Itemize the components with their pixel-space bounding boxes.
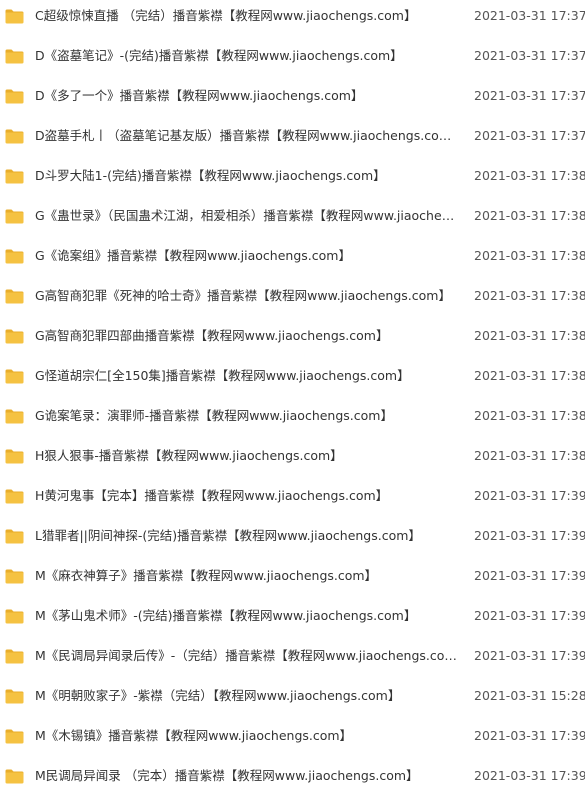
file-modified-date: 2021-03-31 17:38 xyxy=(474,328,585,343)
folder-icon xyxy=(5,329,24,344)
file-name[interactable]: M《茅山鬼术师》-(完结)播音紫襟【教程网www.jiaochengs.com】 xyxy=(35,607,460,625)
file-row[interactable]: G《诡案组》播音紫襟【教程网www.jiaochengs.com】 2021-03… xyxy=(0,240,585,280)
folder-icon xyxy=(5,169,24,184)
file-name[interactable]: L猎罪者||阴间神探-(完结)播音紫襟【教程网www.jiaochengs.co… xyxy=(35,527,460,545)
folder-icon xyxy=(5,769,24,784)
file-modified-date: 2021-03-31 17:38 xyxy=(474,368,585,383)
file-row[interactable]: H黄河鬼事【完本】播音紫襟【教程网www.jiaochengs.com】 2021… xyxy=(0,480,585,520)
file-name[interactable]: G高智商犯罪四部曲播音紫襟【教程网www.jiaochengs.com】 xyxy=(35,327,460,345)
file-row[interactable]: D《盗墓笔记》-(完结)播音紫襟【教程网www.jiaochengs.com】 2… xyxy=(0,40,585,80)
folder-icon xyxy=(5,289,24,304)
file-modified-date: 2021-03-31 17:37 xyxy=(474,128,585,143)
folder-icon xyxy=(5,529,24,544)
file-modified-date: 2021-03-31 17:39 xyxy=(474,648,585,663)
file-name[interactable]: H黄河鬼事【完本】播音紫襟【教程网www.jiaochengs.com】 xyxy=(35,487,460,505)
file-name[interactable]: D斗罗大陆1-(完结)播音紫襟【教程网www.jiaochengs.com】 xyxy=(35,167,460,185)
folder-icon xyxy=(5,449,24,464)
file-modified-date: 2021-03-31 17:39 xyxy=(474,568,585,583)
file-row[interactable]: D斗罗大陆1-(完结)播音紫襟【教程网www.jiaochengs.com】 20… xyxy=(0,160,585,200)
file-modified-date: 2021-03-31 17:38 xyxy=(474,168,585,183)
file-row[interactable]: C超级惊悚直播 （完结）播音紫襟【教程网www.jiaochengs.com】 2… xyxy=(0,0,585,40)
folder-icon xyxy=(5,9,24,24)
file-name[interactable]: M《木锡镇》播音紫襟【教程网www.jiaochengs.com】 xyxy=(35,727,460,745)
file-name[interactable]: G《诡案组》播音紫襟【教程网www.jiaochengs.com】 xyxy=(35,247,460,265)
folder-icon xyxy=(5,89,24,104)
file-row[interactable]: G诡案笔录：演罪师-播音紫襟【教程网www.jiaochengs.com】 202… xyxy=(0,400,585,440)
file-name[interactable]: D《多了一个》播音紫襟【教程网www.jiaochengs.com】 xyxy=(35,87,460,105)
file-modified-date: 2021-03-31 17:38 xyxy=(474,248,585,263)
file-modified-date: 2021-03-31 17:38 xyxy=(474,208,585,223)
file-modified-date: 2021-03-31 17:39 xyxy=(474,728,585,743)
file-row[interactable]: D《多了一个》播音紫襟【教程网www.jiaochengs.com】 2021-0… xyxy=(0,80,585,120)
folder-icon xyxy=(5,729,24,744)
folder-icon xyxy=(5,369,24,384)
file-name[interactable]: G怪道胡宗仁[全150集]播音紫襟【教程网www.jiaochengs.com】 xyxy=(35,367,460,385)
file-modified-date: 2021-03-31 17:38 xyxy=(474,288,585,303)
file-row[interactable]: L猎罪者||阴间神探-(完结)播音紫襟【教程网www.jiaochengs.co… xyxy=(0,520,585,560)
file-name[interactable]: G《蛊世录》（民国蛊术江湖，相爱相杀）播音紫襟【教程网www.jiaocheng… xyxy=(35,207,460,225)
folder-icon xyxy=(5,129,24,144)
folder-icon xyxy=(5,689,24,704)
file-modified-date: 2021-03-31 15:28 xyxy=(474,688,585,703)
file-name[interactable]: M《民调局异闻录后传》-（完结）播音紫襟【教程网www.jiaochengs.c… xyxy=(35,647,460,665)
folder-icon xyxy=(5,249,24,264)
file-modified-date: 2021-03-31 17:37 xyxy=(474,48,585,63)
file-row[interactable]: M《茅山鬼术师》-(完结)播音紫襟【教程网www.jiaochengs.com】… xyxy=(0,600,585,640)
file-row[interactable]: D盗墓手札丨（盗墓笔记基友版）播音紫襟【教程网www.jiaochengs.co… xyxy=(0,120,585,160)
file-name[interactable]: D《盗墓笔记》-(完结)播音紫襟【教程网www.jiaochengs.com】 xyxy=(35,47,460,65)
file-name[interactable]: G诡案笔录：演罪师-播音紫襟【教程网www.jiaochengs.com】 xyxy=(35,407,460,425)
file-modified-date: 2021-03-31 17:37 xyxy=(474,88,585,103)
file-name[interactable]: M《麻衣神算子》播音紫襟【教程网www.jiaochengs.com】 xyxy=(35,567,460,585)
file-list: C超级惊悚直播 （完结）播音紫襟【教程网www.jiaochengs.com】 2… xyxy=(0,0,585,795)
file-row[interactable]: M《麻衣神算子》播音紫襟【教程网www.jiaochengs.com】 2021-… xyxy=(0,560,585,600)
file-name[interactable]: G高智商犯罪《死神的哈士奇》播音紫襟【教程网www.jiaochengs.com… xyxy=(35,287,460,305)
file-row[interactable]: H狠人狠事-播音紫襟【教程网www.jiaochengs.com】 2021-03… xyxy=(0,440,585,480)
file-modified-date: 2021-03-31 17:39 xyxy=(474,768,585,783)
file-row[interactable]: G高智商犯罪四部曲播音紫襟【教程网www.jiaochengs.com】 2021… xyxy=(0,320,585,360)
file-row[interactable]: G《蛊世录》（民国蛊术江湖，相爱相杀）播音紫襟【教程网www.jiaocheng… xyxy=(0,200,585,240)
file-modified-date: 2021-03-31 17:39 xyxy=(474,608,585,623)
folder-icon xyxy=(5,49,24,64)
file-row[interactable]: G怪道胡宗仁[全150集]播音紫襟【教程网www.jiaochengs.com】… xyxy=(0,360,585,400)
file-modified-date: 2021-03-31 17:38 xyxy=(474,448,585,463)
folder-icon xyxy=(5,649,24,664)
file-row[interactable]: M民调局异闻录 （完本）播音紫襟【教程网www.jiaochengs.com】 2… xyxy=(0,760,585,800)
file-modified-date: 2021-03-31 17:39 xyxy=(474,528,585,543)
file-name[interactable]: M《明朝败家子》-紫襟（完结）【教程网www.jiaochengs.com】 xyxy=(35,687,460,705)
file-modified-date: 2021-03-31 17:39 xyxy=(474,488,585,503)
file-row[interactable]: G高智商犯罪《死神的哈士奇》播音紫襟【教程网www.jiaochengs.com… xyxy=(0,280,585,320)
file-row[interactable]: M《民调局异闻录后传》-（完结）播音紫襟【教程网www.jiaochengs.c… xyxy=(0,640,585,680)
file-modified-date: 2021-03-31 17:37 xyxy=(474,8,585,23)
file-row[interactable]: M《木锡镇》播音紫襟【教程网www.jiaochengs.com】 2021-03… xyxy=(0,720,585,760)
file-modified-date: 2021-03-31 17:38 xyxy=(474,408,585,423)
folder-icon xyxy=(5,209,24,224)
folder-icon xyxy=(5,609,24,624)
folder-icon xyxy=(5,569,24,584)
file-name[interactable]: M民调局异闻录 （完本）播音紫襟【教程网www.jiaochengs.com】 xyxy=(35,767,460,785)
file-row[interactable]: M《明朝败家子》-紫襟（完结）【教程网www.jiaochengs.com】 20… xyxy=(0,680,585,720)
folder-icon xyxy=(5,409,24,424)
file-name[interactable]: D盗墓手札丨（盗墓笔记基友版）播音紫襟【教程网www.jiaochengs.co… xyxy=(35,127,460,145)
file-name[interactable]: H狠人狠事-播音紫襟【教程网www.jiaochengs.com】 xyxy=(35,447,460,465)
folder-icon xyxy=(5,489,24,504)
file-name[interactable]: C超级惊悚直播 （完结）播音紫襟【教程网www.jiaochengs.com】 xyxy=(35,7,460,25)
